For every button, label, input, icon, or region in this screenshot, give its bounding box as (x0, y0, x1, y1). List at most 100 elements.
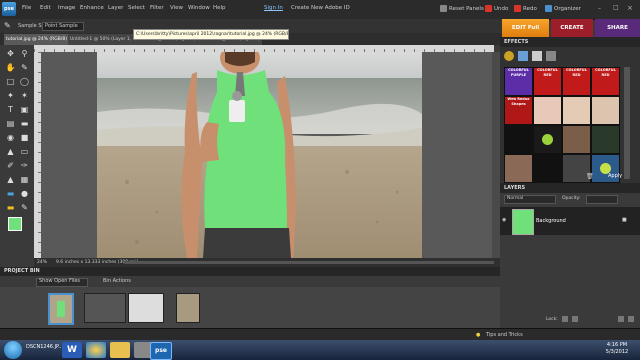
pencil-tool-icon[interactable]: ✎ (19, 202, 30, 213)
magic-wand-tool-icon[interactable]: ✶ (19, 90, 30, 101)
hand-tool-icon[interactable]: ✋ (5, 62, 16, 73)
effect-web-redux-shapes[interactable]: Web Redux Shapes (504, 96, 533, 125)
type-tool-icon[interactable]: T (5, 104, 16, 115)
effect-baby-2[interactable] (562, 96, 591, 125)
brush-tool-icon[interactable]: ✐ (5, 160, 16, 171)
clone-stamp-tool-icon[interactable]: ▲ (5, 146, 16, 157)
redo-label: Redo (523, 6, 537, 12)
project-bin-header: PROJECT BIN (0, 267, 500, 276)
canvas-vertical-scrollbar[interactable] (492, 52, 500, 258)
clock-date: 5/3/2012 (605, 349, 629, 355)
menu-window[interactable]: Window (188, 5, 210, 11)
bin-thumb-tutorial[interactable] (48, 293, 74, 325)
gradient-tool-icon[interactable]: ▦ (19, 174, 30, 185)
visibility-eye-icon[interactable]: ◉ (502, 217, 506, 223)
share-tab[interactable]: SHARE (595, 19, 640, 37)
smart-brush-tool-icon[interactable]: ✑ (19, 160, 30, 171)
zoom-level[interactable]: 24% (37, 258, 47, 267)
redo-button[interactable]: Redo (514, 4, 537, 14)
effect-colorful-red-1[interactable]: COLORFUL RED (533, 67, 562, 96)
menu-select[interactable]: Select (128, 5, 145, 11)
organizer-button[interactable]: Organizer (545, 4, 581, 14)
lock-transparent-icon[interactable] (562, 316, 568, 322)
layer-styles-icon[interactable] (532, 51, 542, 61)
effect-baby-1[interactable] (533, 96, 562, 125)
tab-tutorial[interactable]: tutorial.jpg @ 24% (RGB/8) * (4, 34, 70, 45)
effect-baby-3[interactable] (591, 96, 620, 125)
menu-help[interactable]: Help (213, 5, 226, 11)
filters-icon[interactable] (518, 51, 528, 61)
effect-black-1[interactable] (504, 125, 533, 154)
effect-colorful-red-3[interactable]: COLORFUL RED (591, 67, 620, 96)
apply-button[interactable]: Apply (608, 173, 622, 179)
effect-colorful-purple[interactable]: COLORFUL PURPLE (504, 67, 533, 96)
minimize-icon[interactable]: – (598, 5, 601, 12)
ball-icon (542, 134, 553, 145)
zoom-tool-icon[interactable]: ⚲ (19, 48, 30, 59)
lasso-tool-icon[interactable]: ◯ (19, 76, 30, 87)
blur-tool-icon[interactable]: ● (19, 188, 30, 199)
word-icon[interactable]: W (62, 342, 82, 358)
menu-file[interactable]: File (22, 5, 31, 11)
create-tab[interactable]: CREATE (551, 19, 593, 37)
red-eye-tool-icon[interactable]: ◉ (5, 132, 16, 143)
bin-thumb-photo[interactable] (176, 293, 200, 323)
ie-icon[interactable] (86, 342, 106, 358)
healing-brush-tool-icon[interactable]: ■ (19, 132, 30, 143)
bin-thumb-untitled-1[interactable] (84, 293, 126, 323)
canvas-horizontal-scrollbar[interactable] (124, 261, 494, 264)
menu-layer[interactable]: Layer (108, 5, 123, 11)
tab-untitled-1[interactable]: Untitled-1 @ 50% (Layer 1, RGB/8) * (68, 34, 134, 45)
menu-view[interactable]: View (170, 5, 183, 11)
clock-time: 4:16 PM (606, 342, 628, 348)
create-adobe-id-link[interactable]: Create New Adobe ID (291, 5, 350, 11)
crop-tool-icon[interactable]: ▣ (19, 104, 30, 115)
system-clock[interactable]: 4:16 PM 5/3/2012 (598, 342, 636, 356)
maximize-icon[interactable]: □ (613, 4, 619, 11)
effect-colorful-red-2[interactable]: COLORFUL RED (562, 67, 591, 96)
sign-in-link[interactable]: Sign In (264, 5, 283, 11)
effect-boy-1[interactable] (562, 125, 591, 154)
edit-full-tab[interactable]: EDIT Full (502, 19, 549, 37)
opacity-field[interactable] (586, 195, 618, 204)
foreground-color-swatch[interactable] (8, 217, 22, 231)
quick-select-tool-icon[interactable]: ✦ (5, 90, 16, 101)
start-button[interactable] (4, 341, 22, 359)
bin-actions-menu[interactable]: Bin Actions (103, 276, 131, 287)
effect-boy-3[interactable] (504, 154, 533, 183)
marquee-tool-icon[interactable]: □ (5, 76, 16, 87)
menu-edit[interactable]: Edit (40, 5, 51, 11)
layer-row-background[interactable]: ◉ Background ■ (500, 207, 640, 235)
recompose-tool-icon[interactable]: ▤ (5, 118, 16, 129)
eraser-tool-icon[interactable]: ▭ (19, 146, 30, 157)
menu-image[interactable]: Image (58, 5, 75, 11)
effect-black-2[interactable] (533, 154, 562, 183)
move-tool-icon[interactable]: ✥ (5, 48, 16, 59)
photoshop-elements-taskbar-icon[interactable]: pse (150, 342, 172, 360)
undo-button[interactable]: Undo (485, 4, 508, 14)
photo-effects-icon[interactable] (504, 51, 514, 61)
effect-boy-2[interactable] (591, 125, 620, 154)
menu-filter[interactable]: Filter (150, 5, 164, 11)
shape-tool-icon[interactable]: ▬ (5, 188, 16, 199)
taskbar-item-label[interactable]: DSCN1246.JP... (26, 344, 63, 350)
new-layer-icon[interactable] (618, 316, 624, 322)
show-files-value: Show Open Files (39, 278, 80, 284)
windows-taskbar: DSCN1246.JP... W pse 4:16 PM 5/3/2012 (0, 340, 640, 360)
eyedropper-tool-icon[interactable]: ✎ (19, 62, 30, 73)
sponge-tool-icon[interactable]: ▬ (5, 202, 16, 213)
delete-layer-icon[interactable] (628, 316, 634, 322)
menu-enhance[interactable]: Enhance (80, 5, 104, 11)
lock-all-icon[interactable] (572, 316, 578, 322)
effects-scrollbar[interactable] (624, 67, 630, 179)
straighten-tool-icon[interactable]: ▬ (19, 118, 30, 129)
bin-thumb-untitled-2[interactable] (128, 293, 164, 323)
paint-bucket-tool-icon[interactable]: ▲ (5, 174, 16, 185)
close-icon[interactable]: × (627, 4, 633, 12)
effect-green-ball[interactable] (533, 125, 562, 154)
graphics-icon[interactable] (546, 51, 556, 61)
explorer-folder-icon[interactable] (110, 342, 130, 358)
reset-panels-button[interactable]: Reset Panels (440, 4, 484, 14)
document-photo[interactable] (97, 52, 422, 258)
trash-icon[interactable]: 🗑 (586, 173, 594, 180)
